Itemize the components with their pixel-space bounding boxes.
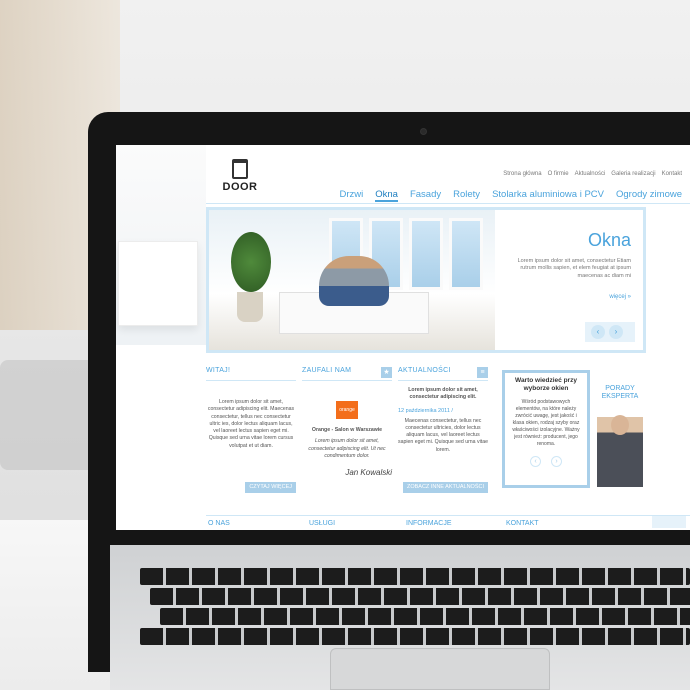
column-aktualnosci: AKTUALNOŚCI ≡ Lorem ipsum dolor sit amet… (398, 367, 488, 493)
top-link-news[interactable]: Aktualności (575, 171, 606, 177)
advice-arrows: ‹ › (510, 455, 582, 467)
footer-bar: O NAS USŁUGI INFORMACJE KONTAKT (206, 515, 690, 530)
chevron-left-icon[interactable]: ‹ (530, 455, 541, 467)
nav-item-ogrody[interactable]: Ogrody zimowe (616, 189, 682, 202)
nav-item-rolety[interactable]: Rolety (453, 189, 480, 202)
hero-arrows: ‹ › (585, 322, 635, 342)
news-title[interactable]: Lorem ipsum dolor sit amet, consectetur … (398, 387, 488, 402)
top-link-home[interactable]: Strona główna (503, 171, 541, 177)
trackpad[interactable] (330, 648, 550, 690)
footer-link-info[interactable]: INFORMACJE (406, 520, 452, 527)
hero-more-link[interactable]: więcej » (609, 294, 631, 300)
main-nav: Drzwi Okna Fasady Rolety Stolarka alumin… (340, 189, 682, 202)
hero-title: Okna (587, 230, 631, 250)
top-links: Strona główna O firmie Aktualności Galer… (503, 171, 682, 177)
nav-item-stolarka[interactable]: Stolarka aluminiowa i PCV (492, 189, 604, 202)
footer-link-services[interactable]: USŁUGI (309, 520, 335, 527)
chevron-right-icon[interactable]: › (609, 325, 623, 339)
hero-plant (231, 232, 271, 292)
nav-item-okna[interactable]: Okna (375, 189, 398, 202)
news-text: Maecenas consectetur, tellus nec consect… (398, 417, 488, 453)
hero-slider: Okna Lorem ipsum dolor sit amet, consect… (206, 207, 646, 353)
laptop-screen: DOOR Strona główna O firmie Aktualności … (116, 145, 690, 530)
column-heading: WITAJ! (206, 367, 296, 381)
column-witaj: WITAJ! Lorem ipsum dolor sit amet, conse… (206, 367, 296, 493)
orange-logo: orange (336, 401, 358, 419)
footer-tab[interactable] (652, 516, 686, 528)
expert-title: PORADY EKSPERTA (601, 385, 639, 401)
testimonial-caption: Orange - Salon w Warszawie (311, 427, 383, 433)
camera-icon (420, 128, 427, 135)
top-link-contact[interactable]: Kontakt (662, 171, 682, 177)
chevron-left-icon[interactable]: ‹ (591, 325, 605, 339)
column-heading: ZAUFALI NAM (302, 367, 392, 381)
advice-box: Warto wiedzieć przy wyborze okien Wśród … (502, 370, 590, 488)
star-icon: ★ (381, 367, 392, 378)
top-link-gallery[interactable]: Galeria realizacji (611, 171, 655, 177)
hero-text: Lorem ipsum dolor sit amet, consectetur … (517, 258, 631, 279)
side-photo-sofa (118, 241, 198, 326)
hero-photo (209, 210, 495, 350)
hero-window (449, 218, 483, 290)
column-zaufali: ZAUFALI NAM ★ orange Orange - Salon w Wa… (302, 367, 392, 493)
top-link-about[interactable]: O firmie (548, 171, 569, 177)
column-text: Lorem ipsum dolor sit amet, consectetur … (207, 399, 295, 449)
nav-item-drzwi[interactable]: Drzwi (340, 189, 364, 202)
hero-pot (237, 292, 263, 322)
footer-link-contact[interactable]: KONTAKT (506, 520, 539, 527)
footer-link-about[interactable]: O NAS (208, 520, 230, 527)
keyboard-row (160, 608, 690, 625)
news-icon: ≡ (477, 367, 488, 378)
door-logo-icon (232, 159, 248, 179)
nav-item-fasady[interactable]: Fasady (410, 189, 441, 202)
keyboard-row (140, 568, 690, 585)
advice-text: Wśród podstawowych elementów, na które n… (512, 398, 580, 447)
hero-woman (319, 256, 389, 306)
read-more-button[interactable]: CZYTAJ WIĘCEJ (245, 482, 296, 493)
signature: Jan Kowalski (345, 468, 392, 478)
column-heading: AKTUALNOŚCI (398, 367, 488, 381)
testimonial-text: Lorem ipsum dolor sit amet, consectetur … (308, 438, 386, 459)
keyboard-row (150, 588, 690, 605)
news-date: 12 października 2011 / (398, 407, 453, 414)
more-news-button[interactable]: ZOBACZ INNE AKTUALNOŚCI (402, 482, 488, 493)
site-logo[interactable]: DOOR (216, 159, 264, 199)
chevron-right-icon[interactable]: › (551, 455, 562, 467)
hero-window (409, 218, 443, 290)
nav-divider (206, 203, 690, 204)
advice-title: Warto wiedzieć przy wyborze okien (515, 377, 577, 392)
logo-name: DOOR (222, 181, 258, 193)
keyboard-row (140, 628, 690, 645)
expert-head (611, 415, 629, 435)
